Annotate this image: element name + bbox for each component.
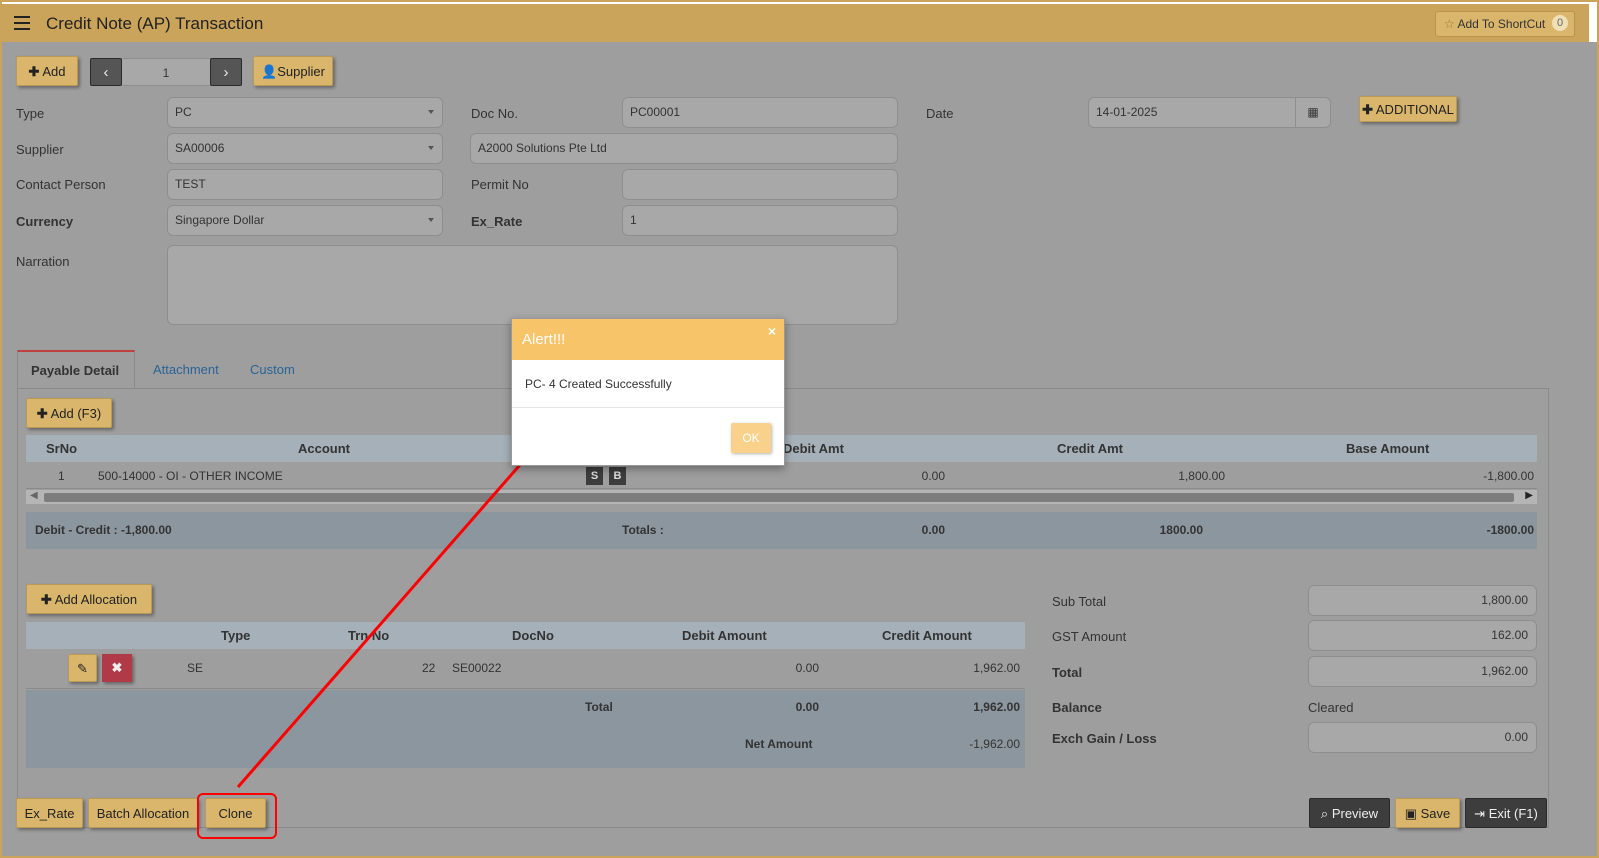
alert-dialog: Alert!!! × PC- 4 Created Successfully OK [511,318,785,466]
alert-header: Alert!!! × [512,319,784,360]
alert-title: Alert!!! [522,331,566,348]
alert-message: PC- 4 Created Successfully [525,377,672,391]
ok-button[interactable]: OK [731,423,771,453]
annotation-overlay [197,400,578,839]
clone-highlight-box [197,793,277,839]
annotation-arrow-line [236,409,570,788]
close-icon[interactable]: × [768,323,776,339]
alert-divider [512,407,784,408]
